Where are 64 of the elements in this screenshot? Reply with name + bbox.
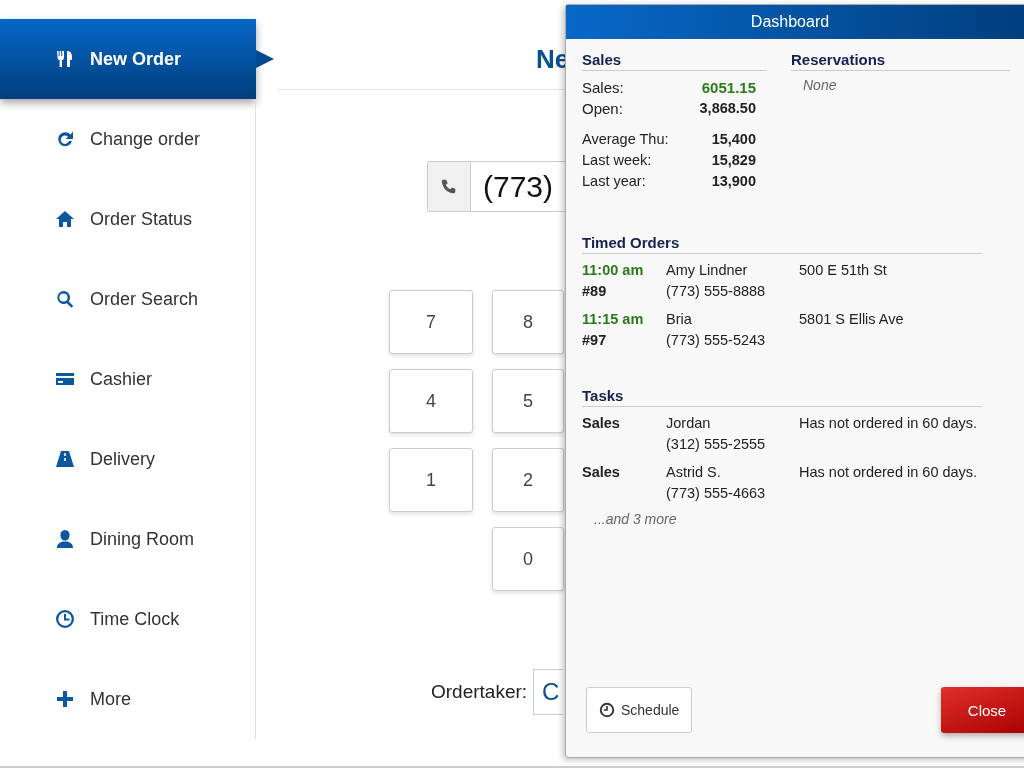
- fork-knife-icon: [55, 49, 75, 69]
- keypad-key[interactable]: 1: [389, 448, 473, 512]
- customer-phone: (773) 555-8888: [666, 282, 766, 301]
- ordertaker-label: Ordertaker:: [431, 681, 528, 703]
- empty-text: None: [802, 77, 838, 93]
- stat-label: Last week:: [582, 151, 652, 170]
- search-icon: [55, 289, 75, 309]
- task-note: Has not ordered in 60 days.: [799, 414, 978, 433]
- keypad-key[interactable]: 5: [492, 369, 564, 433]
- home-icon: [55, 209, 75, 229]
- order-number: #97: [582, 331, 607, 350]
- sidebar-item[interactable]: Order Status: [0, 179, 256, 259]
- plus-icon: [55, 689, 75, 709]
- stat-value: 6051.15: [701, 78, 756, 98]
- customer-address: 5801 S Ellis Ave: [799, 310, 904, 329]
- sidebar-item[interactable]: Time Clock: [0, 579, 256, 659]
- stat-value: 15,829: [711, 151, 756, 170]
- keypad-key[interactable]: 2: [492, 448, 564, 512]
- keypad-key[interactable]: 8: [492, 290, 564, 354]
- customer-phone: (312) 555-2555: [666, 435, 766, 454]
- sidebar-item[interactable]: Order Search: [0, 259, 256, 339]
- section-heading: Sales: [582, 51, 767, 71]
- refresh-icon: [55, 129, 75, 149]
- customer-name: Jordan: [666, 414, 711, 433]
- customer-phone: (773) 555-5243: [666, 331, 766, 350]
- sidebar-item[interactable]: Change order: [0, 99, 256, 179]
- phone-icon: [440, 177, 458, 196]
- customer-name: Astrid S.: [666, 463, 721, 482]
- stat-value: 3,868.50: [699, 99, 756, 118]
- keypad-key[interactable]: 7: [389, 290, 473, 354]
- task-note: Has not ordered in 60 days.: [799, 463, 978, 482]
- stat-label: Open:: [582, 99, 623, 119]
- ordertaker-field[interactable]: C: [533, 669, 564, 715]
- stat-label: Sales:: [582, 78, 624, 98]
- sidebar-item[interactable]: Delivery: [0, 419, 256, 499]
- phone-field[interactable]: (773): [427, 161, 565, 212]
- clock-icon: [599, 702, 615, 718]
- customer-phone: (773) 555-4663: [666, 484, 766, 503]
- keypad-key[interactable]: 4: [389, 369, 473, 433]
- sidebar-item[interactable]: Dining Room: [0, 499, 256, 579]
- stat-value: 13,900: [711, 172, 756, 191]
- section-heading: Reservations: [791, 51, 1010, 71]
- keypad-key[interactable]: 0: [492, 527, 564, 591]
- order-time: 11:00 am: [582, 261, 644, 280]
- customer-name: Bria: [666, 310, 692, 329]
- stat-label: Last year:: [582, 172, 646, 191]
- dialog-title: Dashboard: [566, 5, 1024, 39]
- section-heading: Timed Orders: [582, 234, 982, 254]
- task-type: Sales: [582, 463, 620, 482]
- stat-label: Average Thu:: [582, 130, 669, 149]
- order-time: 11:15 am: [582, 310, 644, 329]
- schedule-button[interactable]: Schedule: [586, 687, 693, 733]
- person-icon: [55, 529, 75, 549]
- customer-address: 500 E 51th St: [799, 261, 887, 280]
- customer-name: Amy Lindner: [666, 261, 748, 280]
- clock-icon: [55, 609, 75, 629]
- road-icon: [55, 449, 75, 469]
- close-button[interactable]: Close: [941, 687, 1024, 733]
- order-number: #89: [582, 282, 607, 301]
- sidebar-item[interactable]: Cashier: [0, 339, 256, 419]
- sidebar-item[interactable]: More: [0, 659, 256, 739]
- task-type: Sales: [582, 414, 620, 433]
- stat-value: 15,400: [711, 130, 756, 149]
- section-heading: Tasks: [582, 387, 982, 407]
